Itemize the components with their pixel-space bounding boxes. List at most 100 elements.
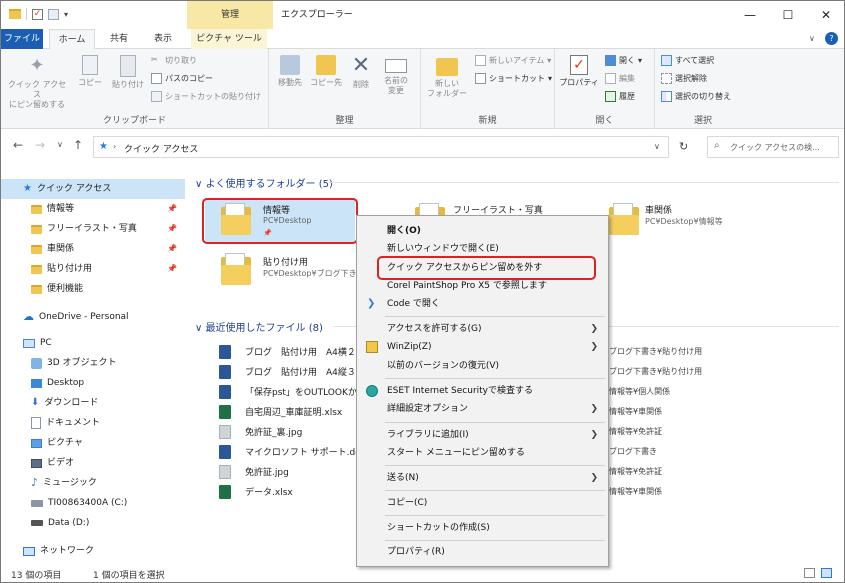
- frequent-folders-header[interactable]: ∨ よく使用するフォルダー (5): [195, 175, 333, 190]
- nav-pc-item[interactable]: Desktop: [1, 373, 185, 393]
- nav-pc-item[interactable]: ビデオ: [1, 453, 185, 473]
- eset-icon: [366, 385, 378, 397]
- folder-tile-name[interactable]: 車関係: [645, 203, 672, 216]
- recent-file-name[interactable]: 免許証_裏.jpg: [245, 425, 302, 438]
- recent-file-name[interactable]: マイクロソフト サポート.docx: [245, 445, 371, 458]
- nav-quick-access[interactable]: ★ クイック アクセス: [1, 179, 185, 199]
- nav-pinned-item[interactable]: 貼り付け用 📌: [1, 259, 185, 279]
- address-dropdown-icon[interactable]: ∨: [654, 142, 660, 151]
- tab-home[interactable]: ホーム: [49, 29, 95, 50]
- folder-tile-name[interactable]: 貼り付け用: [263, 255, 308, 268]
- invert-selection-button[interactable]: 選択の切り替え: [661, 91, 731, 102]
- menu-separator: [385, 422, 605, 423]
- word-file-icon: [219, 385, 231, 399]
- copy-label: コピー: [78, 78, 102, 87]
- nav-pinned-item[interactable]: 情報等 📌: [1, 199, 185, 219]
- refresh-icon[interactable]: ↻: [679, 140, 688, 153]
- winzip-icon: [366, 341, 378, 353]
- nav-quick-access-label: クイック アクセス: [36, 184, 112, 194]
- pin-quick-access-button[interactable]: ✦ クイック アクセス にピン留めする: [7, 55, 67, 110]
- tab-share[interactable]: 共有: [101, 29, 137, 49]
- address-bar[interactable]: ★ › クイック アクセス ∨: [93, 136, 669, 158]
- organize-group-label: 整理: [335, 116, 354, 126]
- collapse-ribbon-icon[interactable]: ∨: [809, 34, 815, 43]
- recent-file-name[interactable]: 免許証.jpg: [245, 465, 289, 478]
- menu-eset-scan[interactable]: ESET Internet Securityで検査する: [387, 382, 533, 400]
- recent-files-header[interactable]: ∨ 最近使用したファイル (8): [195, 319, 323, 334]
- nav-pc-item[interactable]: ♪ ミュージック: [1, 473, 185, 493]
- select-all-label: すべて選択: [675, 56, 715, 65]
- menu-create-shortcut[interactable]: ショートカットの作成(S): [387, 519, 490, 537]
- help-icon[interactable]: ?: [825, 32, 838, 45]
- tab-view[interactable]: 表示: [145, 29, 181, 49]
- menu-copy[interactable]: コピー(C): [387, 494, 427, 512]
- new-folder-button[interactable]: 新しい フォルダー: [427, 55, 467, 99]
- search-box[interactable]: ⌕ クイック アクセスの検...: [707, 136, 839, 158]
- minimize-button[interactable]: —: [731, 1, 769, 29]
- rename-button[interactable]: 名前の 変更: [379, 55, 413, 96]
- delete-button[interactable]: ✕ 削除: [347, 55, 375, 90]
- tiles-view-icon[interactable]: [821, 568, 832, 578]
- forward-arrow-icon[interactable]: →: [35, 138, 45, 152]
- close-button[interactable]: ✕: [807, 1, 844, 29]
- back-arrow-icon[interactable]: ←: [13, 138, 23, 152]
- new-folder-icon[interactable]: [48, 8, 59, 20]
- nav-pc-item[interactable]: TI00863400A (C:): [1, 493, 185, 513]
- recent-file-path: ブログ下書き¥貼り付け用: [609, 367, 703, 376]
- details-view-icon[interactable]: [804, 568, 815, 578]
- nav-pinned-item[interactable]: 車関係 📌: [1, 239, 185, 259]
- new-item-button[interactable]: 新しいアイテム ▾: [475, 55, 551, 66]
- select-none-button[interactable]: 選択解除: [661, 73, 707, 84]
- open-button[interactable]: 開く ▾: [605, 55, 642, 66]
- select-all-button[interactable]: すべて選択: [661, 55, 714, 66]
- copy-path-button[interactable]: パスのコピー: [151, 73, 213, 84]
- nav-pc-item[interactable]: Data (D:): [1, 513, 185, 533]
- nav-pc-item[interactable]: 3D オブジェクト: [1, 353, 185, 373]
- select-all-icon: [661, 55, 672, 66]
- edit-button[interactable]: 編集: [605, 73, 635, 84]
- cut-button[interactable]: ✂ 切り取り: [151, 55, 197, 66]
- menu-restore-versions[interactable]: 以前のバージョンの復元(V): [387, 357, 499, 375]
- copy-button[interactable]: コピー: [75, 55, 105, 88]
- nav-onedrive[interactable]: ☁ OneDrive - Personal: [1, 307, 185, 327]
- recent-file-name[interactable]: ブログ 貼付け用 A4横２: [245, 345, 356, 358]
- menu-add-to-library[interactable]: ライブラリに追加(I): [387, 426, 469, 444]
- tab-picture-tools[interactable]: ピクチャ ツール: [191, 29, 267, 49]
- recent-file-name[interactable]: ブログ 貼付け用 A4縦３: [245, 365, 356, 378]
- history-button[interactable]: 履歴: [605, 91, 635, 102]
- paste-button[interactable]: 貼り付け: [109, 55, 147, 90]
- nav-pc-item[interactable]: ⬇ ダウンロード: [1, 393, 185, 413]
- recent-file-name[interactable]: 「保存pst」をOUTLOOKから: [245, 385, 366, 398]
- properties-button[interactable]: ✓ プロパティ: [559, 55, 599, 88]
- nav-pinned-item[interactable]: フリーイラスト・写真 📌: [1, 219, 185, 239]
- nav-pinned-item[interactable]: 便利機能: [1, 279, 185, 299]
- maximize-button[interactable]: ☐: [769, 1, 807, 29]
- menu-advanced-options[interactable]: 詳細設定オプション: [387, 400, 468, 418]
- properties-check-icon[interactable]: ✓: [32, 8, 43, 20]
- image-file-icon: [219, 465, 231, 479]
- tab-file[interactable]: ファイル: [1, 29, 43, 49]
- menu-send-to[interactable]: 送る(N): [387, 469, 419, 487]
- recent-file-name[interactable]: データ.xlsx: [245, 485, 293, 498]
- recent-dropdown-icon[interactable]: ∨: [57, 140, 63, 149]
- shortcut-button[interactable]: ショートカット ▾: [475, 73, 552, 84]
- qat-dropdown-icon[interactable]: ▾: [64, 10, 68, 19]
- menu-give-access[interactable]: アクセスを許可する(G): [387, 320, 482, 338]
- menu-code[interactable]: Code で開く: [387, 295, 440, 313]
- nav-pc[interactable]: PC: [1, 333, 185, 353]
- menu-open[interactable]: 開く(O): [387, 222, 421, 240]
- menu-winzip[interactable]: WinZip(Z): [387, 338, 431, 356]
- menu-properties[interactable]: プロパティ(R): [387, 543, 445, 561]
- chevron-down-icon: ∨: [195, 179, 203, 190]
- copy-to-button[interactable]: コピー先: [309, 55, 343, 88]
- move-to-button[interactable]: 移動先: [273, 55, 307, 88]
- nav-pc-item[interactable]: ピクチャ: [1, 433, 185, 453]
- up-arrow-icon[interactable]: ↑: [73, 138, 83, 152]
- menu-pin-to-start[interactable]: スタート メニューにピン留めする: [387, 444, 525, 462]
- word-file-icon: [219, 445, 231, 459]
- invert-selection-label: 選択の切り替え: [675, 92, 731, 101]
- recent-file-name[interactable]: 自宅周辺_車庫証明.xlsx: [245, 405, 342, 418]
- paste-shortcut-button[interactable]: ショートカットの貼り付け: [151, 91, 261, 102]
- nav-network[interactable]: ネットワーク: [1, 541, 185, 561]
- nav-pc-item[interactable]: ドキュメント: [1, 413, 185, 433]
